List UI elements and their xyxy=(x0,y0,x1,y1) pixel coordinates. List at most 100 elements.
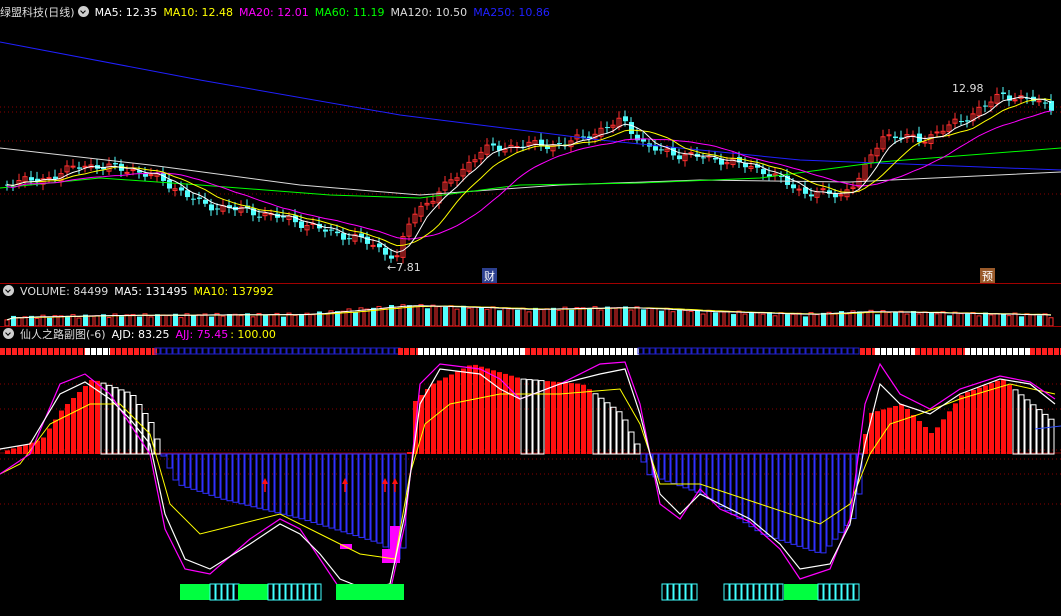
histogram-bar-hollow xyxy=(1018,394,1025,455)
histogram-bar-blue xyxy=(790,453,797,545)
volume-bar-up xyxy=(160,314,166,326)
volume-bar-down xyxy=(1019,316,1024,326)
histogram-bar-red xyxy=(449,374,454,454)
status-cell xyxy=(811,347,818,355)
histogram-bar-blue xyxy=(700,453,707,496)
volume-bar-down xyxy=(983,312,988,326)
volume-bar-up xyxy=(394,306,400,326)
candle-up xyxy=(370,244,376,247)
histogram-bar-hollow xyxy=(112,387,119,455)
status-cell xyxy=(274,347,281,355)
histogram-bar-blue xyxy=(256,453,263,509)
histogram-bar-blue xyxy=(784,453,791,543)
status-cell xyxy=(739,347,746,355)
histogram-bar-hollow xyxy=(598,397,605,455)
buy-arrow-icon xyxy=(392,478,398,484)
forecast-marker[interactable]: 预 xyxy=(980,268,995,284)
signal-strip-cell xyxy=(303,583,310,601)
histogram-bar-blue xyxy=(190,453,197,490)
volume-bar-down xyxy=(875,314,880,326)
status-cell xyxy=(893,348,898,355)
candle-down xyxy=(215,208,220,210)
histogram-bar-red xyxy=(455,371,460,454)
candle-down xyxy=(209,204,214,211)
candle-down xyxy=(557,143,562,145)
histogram-bar-blue xyxy=(232,453,239,503)
volume-bar-up xyxy=(292,314,298,326)
dropdown-circle-icon[interactable] xyxy=(3,285,14,296)
status-cell xyxy=(817,347,824,355)
status-cell xyxy=(555,348,560,355)
status-cell xyxy=(454,348,459,355)
histogram-bar-red xyxy=(899,404,904,454)
volume-bar-down xyxy=(965,313,970,326)
status-cell xyxy=(472,348,477,355)
volume-chart[interactable] xyxy=(0,300,1061,326)
histogram-bar-hollow xyxy=(1036,409,1043,455)
histogram-bar-blue xyxy=(286,453,293,517)
histogram-bar-red xyxy=(587,389,592,454)
candle-up xyxy=(934,131,940,134)
status-cell xyxy=(598,348,603,355)
volume-bar-up xyxy=(772,315,778,326)
signal-strip-solid xyxy=(180,584,210,600)
dropdown-circle-icon[interactable] xyxy=(77,6,89,17)
volume-bar-up xyxy=(202,313,208,326)
candlestick-chart[interactable] xyxy=(0,20,1061,282)
volume-bar-up xyxy=(466,307,472,326)
volume-bar-up xyxy=(178,317,184,326)
status-cell xyxy=(514,348,519,355)
status-cell xyxy=(769,347,776,355)
earnings-marker[interactable]: 财 xyxy=(482,268,497,284)
candle-up xyxy=(148,174,154,177)
status-cell xyxy=(54,348,59,355)
candle-down xyxy=(257,216,262,218)
status-cell xyxy=(364,347,371,355)
status-cell xyxy=(190,347,197,355)
status-cell xyxy=(965,348,970,355)
signal-strip-cell xyxy=(835,583,842,601)
indicator-chart[interactable] xyxy=(0,344,1061,616)
signal-strip-cell xyxy=(661,583,668,601)
status-cell xyxy=(310,347,317,355)
ma10-line xyxy=(6,98,1052,247)
volume-bar-up xyxy=(448,305,454,326)
histogram-bar-blue xyxy=(664,453,671,482)
histogram-bar-hollow xyxy=(154,438,161,455)
volume-bar-up xyxy=(22,316,28,326)
status-cell xyxy=(340,347,347,355)
histogram-bar-blue xyxy=(160,453,167,457)
volume-bar-down xyxy=(1001,313,1006,326)
histogram-bar-red xyxy=(929,433,934,454)
candle-up xyxy=(130,169,136,172)
candle-up xyxy=(796,188,802,191)
candle-down xyxy=(983,105,988,107)
histogram-bar-blue xyxy=(316,453,323,525)
stock-title[interactable]: 绿盟科技(日线) xyxy=(0,6,75,19)
status-cell xyxy=(685,347,692,355)
status-cell xyxy=(573,348,578,355)
status-cell xyxy=(6,348,11,355)
status-cell xyxy=(733,347,740,355)
volume-bar-up xyxy=(232,313,238,326)
volume-bar-up xyxy=(682,309,688,326)
volume-bar-down xyxy=(65,317,70,326)
histogram-bar-blue xyxy=(820,453,827,554)
candle-down xyxy=(167,179,172,189)
status-cell xyxy=(60,348,65,355)
histogram-bar-blue xyxy=(214,453,221,498)
candle-down xyxy=(833,193,838,198)
status-cell xyxy=(881,348,886,355)
dropdown-circle-icon[interactable] xyxy=(3,328,14,339)
status-cell xyxy=(1030,348,1035,355)
signal-strip-cell xyxy=(723,583,730,601)
status-cell xyxy=(36,348,41,355)
status-cell xyxy=(679,347,686,355)
volume-bar-up xyxy=(562,306,568,326)
volume-bar-up xyxy=(652,307,658,326)
signal-strip-cell xyxy=(667,583,674,601)
signal-strip-cell xyxy=(817,583,824,601)
status-cell xyxy=(103,348,108,355)
status-cell xyxy=(775,347,782,355)
signal-strip-cell xyxy=(273,583,280,601)
